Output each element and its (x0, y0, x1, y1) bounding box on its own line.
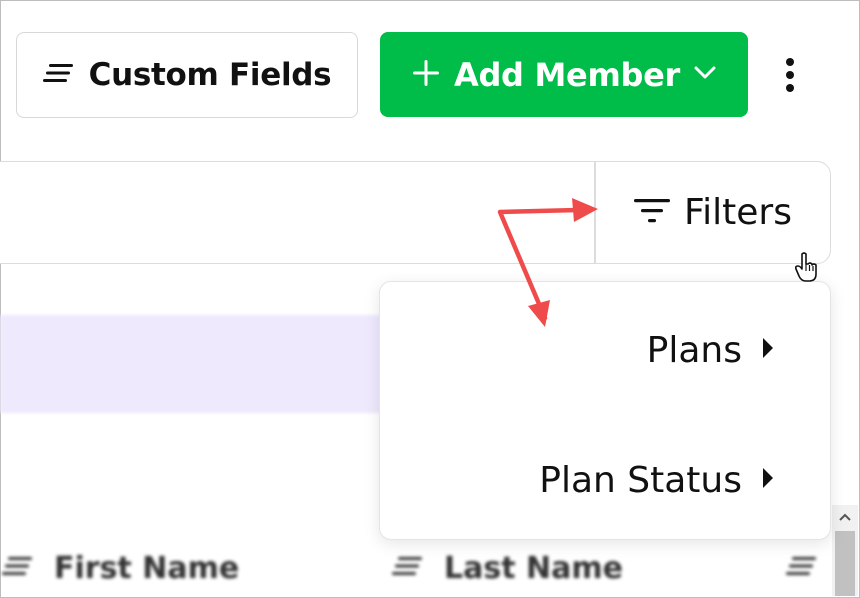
plus-icon (412, 59, 440, 91)
column-header-last-name[interactable]: Last Name (392, 548, 623, 588)
scrollbar-thumb[interactable] (835, 531, 855, 596)
column-header-label: Last Name (444, 550, 623, 586)
column-header-next[interactable] (786, 548, 816, 588)
column-sort-icon (392, 555, 422, 581)
add-member-button[interactable]: Add Member (380, 32, 748, 117)
filters-dropdown-menu: Plans Plan Status (379, 281, 831, 540)
filters-button[interactable]: Filters (596, 162, 830, 263)
scroll-up-button[interactable] (832, 505, 858, 529)
column-sort-icon (2, 555, 32, 581)
hand-pointer-icon (794, 252, 819, 288)
menu-item-label: Plans (646, 329, 742, 371)
highlighted-table-row (0, 315, 410, 413)
column-header-label: First Name (54, 550, 240, 586)
menu-item-plans[interactable]: Plans (647, 320, 774, 380)
filters-label: Filters (684, 192, 792, 233)
column-sort-icon (786, 555, 816, 581)
caret-right-icon (762, 337, 774, 363)
custom-fields-button[interactable]: Custom Fields (16, 32, 358, 118)
custom-fields-label: Custom Fields (88, 57, 332, 93)
kebab-menu-icon (786, 58, 794, 92)
more-options-button[interactable] (776, 54, 804, 98)
filter-icon (634, 197, 671, 229)
menu-item-plan-status[interactable]: Plan Status (539, 450, 774, 510)
caret-right-icon (762, 467, 774, 493)
chevron-down-icon (694, 65, 716, 84)
chevron-up-icon (839, 513, 851, 521)
custom-fields-icon (42, 62, 75, 88)
menu-item-label: Plan Status (539, 459, 742, 501)
column-header-first-name[interactable]: First Name (2, 548, 239, 588)
add-member-label: Add Member (453, 55, 680, 94)
